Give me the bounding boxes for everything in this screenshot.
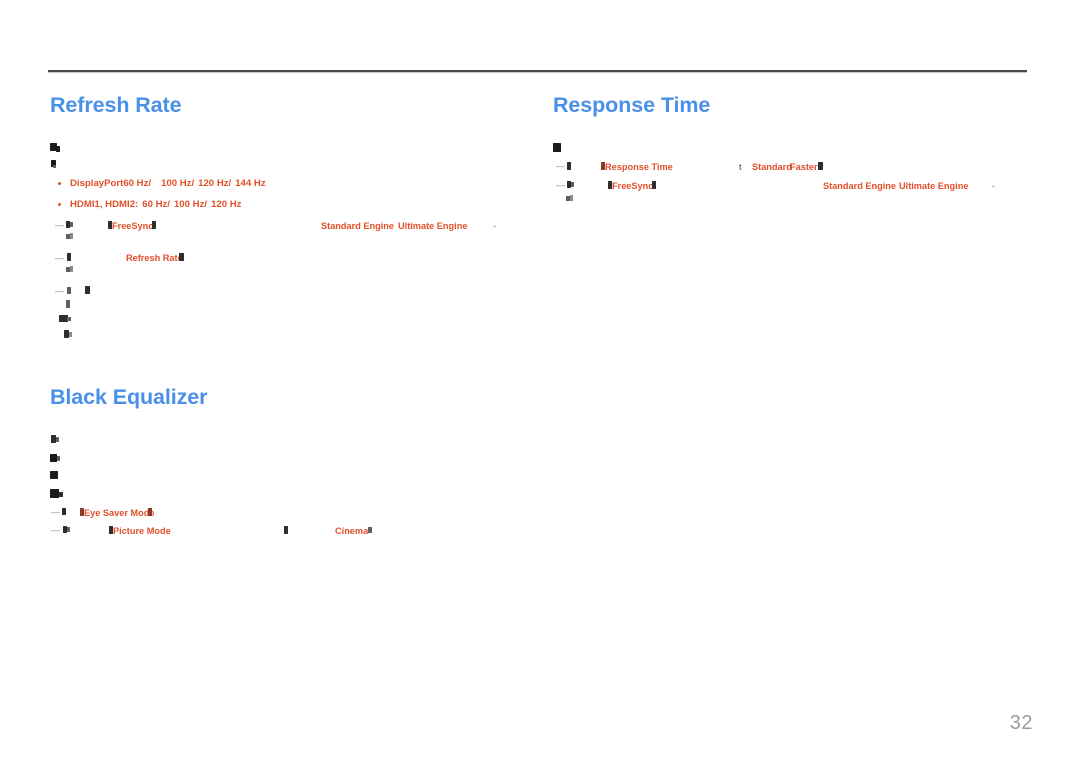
refresh-rate-value: 60 Hz (123, 178, 149, 189)
missing-glyph (179, 253, 184, 261)
rate-separator: / (228, 178, 232, 189)
rate-separator: / (191, 178, 195, 189)
missing-glyph (85, 286, 90, 294)
value-ultimate-engine: Ultimate Engine (398, 221, 468, 231)
setting-name-freesync: FreeSync (112, 221, 154, 231)
note-dash: — (51, 507, 60, 517)
setting-name-refresh-rate: Refresh Rate (126, 253, 183, 263)
value-standard-engine: Standard Engine (823, 181, 896, 191)
bullet-dot (58, 182, 61, 185)
missing-glyph (70, 266, 73, 272)
refresh-rate-value: 144 Hz (235, 178, 266, 189)
section-title-response-time: Response Time (553, 93, 711, 117)
note-trailing: - (992, 181, 996, 191)
missing-glyph (62, 508, 66, 515)
missing-glyph (67, 317, 71, 321)
refresh-rate-value: 100 Hz (173, 199, 205, 210)
rate-separator: / (148, 178, 152, 189)
section-title-black-equalizer: Black Equalizer (50, 385, 208, 409)
value-standard: Standard (752, 162, 792, 172)
value-standard-engine: Standard Engine (321, 221, 394, 231)
missing-glyph (50, 489, 59, 498)
page-number: 32 (1009, 712, 1033, 734)
list-item: DisplayPort 60 Hz / 100 Hz / 120 Hz / 14… (58, 178, 266, 189)
note-dash: — (51, 525, 60, 535)
section-title-refresh-rate: Refresh Rate (50, 93, 182, 117)
refresh-source: DisplayPort (70, 178, 124, 189)
rate-separator: / (204, 199, 208, 210)
missing-glyph (56, 437, 59, 442)
setting-name-eye-saver-mode: Eye Saver Mode (84, 508, 155, 518)
missing-glyph (69, 332, 72, 337)
missing-glyph (67, 527, 70, 532)
missing-glyph (148, 508, 152, 516)
missing-glyph (567, 162, 571, 170)
list-item: HDMI1, HDMI2 : 60 Hz / 100 Hz / 120 Hz (58, 199, 241, 210)
missing-glyph (57, 456, 60, 461)
missing-glyph (70, 222, 73, 227)
missing-glyph (571, 182, 574, 187)
refresh-rate-value: 60 Hz (142, 199, 168, 210)
value-cinema: Cinema (335, 526, 369, 536)
missing-glyph (70, 233, 73, 239)
setting-name-picture-mode: Picture Mode (113, 526, 171, 536)
manual-page: Refresh Rate DisplayPort 60 Hz / 100 Hz … (0, 0, 1080, 763)
missing-glyph (50, 454, 57, 462)
bullet-dot (58, 203, 61, 206)
missing-glyph (570, 195, 573, 201)
refresh-rate-value: 120 Hz (198, 178, 229, 189)
note-marker: t (739, 162, 742, 172)
missing-glyph (56, 146, 60, 152)
missing-glyph (66, 300, 70, 308)
header-rule (48, 70, 1027, 73)
note-dash: — (55, 253, 64, 263)
rate-separator: / (167, 199, 170, 210)
missing-glyph (652, 181, 656, 189)
missing-glyph (59, 492, 63, 497)
setting-name-freesync: FreeSync (612, 181, 654, 191)
setting-name-response-time: Response Time (605, 162, 673, 172)
note-trailing: - (493, 221, 497, 231)
missing-glyph (53, 165, 56, 168)
missing-glyph (152, 221, 156, 229)
note-dash: — (556, 161, 565, 171)
note-dash: — (55, 220, 64, 230)
refresh-rate-value: 120 Hz (211, 199, 242, 210)
missing-glyph (553, 143, 561, 152)
missing-glyph (368, 527, 372, 533)
note-dash: — (556, 180, 565, 190)
note-dash: — (55, 286, 64, 296)
value-faster: Faster (790, 162, 818, 172)
value-ultimate-engine: Ultimate Engine (899, 181, 969, 191)
missing-glyph (818, 162, 823, 170)
missing-glyph (50, 471, 58, 479)
missing-glyph (284, 526, 288, 534)
refresh-source: HDMI1, HDMI2 (70, 199, 136, 210)
missing-glyph (67, 287, 71, 294)
refresh-rate-value: 100 Hz (161, 178, 192, 189)
source-suffix: : (135, 199, 139, 210)
missing-glyph (67, 253, 71, 261)
